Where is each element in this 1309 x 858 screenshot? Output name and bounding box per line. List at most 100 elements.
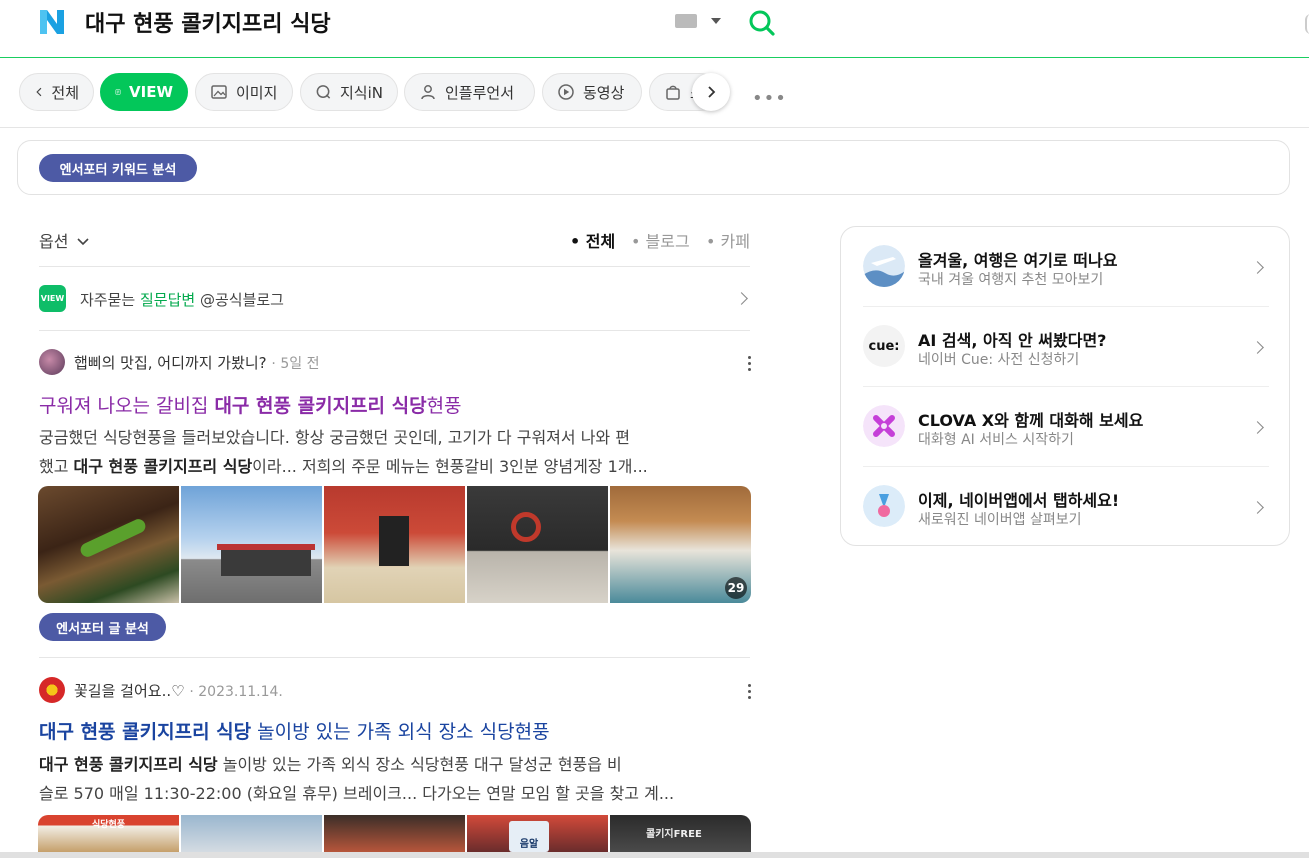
- clova-x-icon: [863, 405, 905, 447]
- options-label: 옵션: [39, 232, 69, 251]
- tab-label: VIEW: [129, 83, 173, 101]
- result-title[interactable]: 대구 현풍 콜키지프리 식당 놀이방 있는 가족 외식 장소 식당현풍: [39, 717, 550, 744]
- result-author[interactable]: 햅삐의 맛집, 어디까지 가봤니? · 5일 전: [74, 352, 319, 373]
- title-highlight: 대구 현풍 콜키지프리 식당: [39, 721, 252, 743]
- result-image[interactable]: [38, 486, 179, 603]
- more-options-icon[interactable]: [748, 684, 752, 702]
- search-header: 대구 현풍 콜키지프리 식당: [0, 0, 1309, 58]
- tab-label: 동영상: [583, 83, 625, 102]
- qa-icon: [316, 85, 331, 99]
- keyword-analysis-box: 엔서포터 키워드 분석: [17, 140, 1290, 195]
- more-menu-icon[interactable]: •••: [752, 88, 787, 109]
- snippet-line: 대구 현풍 콜키지프리 식당 놀이방 있는 가족 외식 장소 식당현풍 대구 달…: [39, 755, 622, 774]
- promo-title: 올겨울, 여행은 여기로 떠나요: [918, 251, 1118, 270]
- avatar[interactable]: [39, 349, 65, 375]
- tab-all[interactable]: 전체: [19, 73, 94, 111]
- search-icon[interactable]: [748, 9, 776, 37]
- image-caption: 콜키지FREE: [646, 829, 702, 840]
- menu-board: [379, 516, 409, 566]
- building-roof: [217, 544, 315, 550]
- document-icon: [115, 89, 121, 95]
- filter-label: 카페: [720, 232, 750, 251]
- promo-subtitle: 네이버 Cue: 사전 신청하기: [918, 352, 1080, 368]
- promo-title: CLOVA X와 함께 대화해 보세요: [918, 411, 1144, 430]
- snippet-line: 했고 대구 현풍 콜키지프리 식당이라... 저희의 주문 메뉴는 현풍갈비 3…: [39, 457, 648, 476]
- divider: [39, 266, 750, 267]
- view-badge-icon: VIEW: [39, 285, 66, 312]
- image-caption: 식당현풍: [91, 820, 126, 830]
- horizontal-scrollbar[interactable]: [0, 852, 1309, 858]
- filter-all[interactable]: • 전체: [570, 228, 615, 252]
- tab-influencer[interactable]: 인플루언서: [404, 73, 535, 111]
- tab-video[interactable]: 동영상: [542, 73, 642, 111]
- title-text: 현풍: [426, 395, 462, 417]
- result-image[interactable]: [181, 486, 322, 603]
- tab-images[interactable]: 이미지: [195, 73, 293, 111]
- promo-item-winter-travel[interactable]: 올겨울, 여행은 여기로 떠나요 국내 겨울 여행지 추천 모아보기: [863, 227, 1269, 307]
- tab-kin[interactable]: 지식iN: [300, 73, 398, 111]
- promo-item-clova-x[interactable]: CLOVA X와 함께 대화해 보세요 대화형 AI 서비스 시작하기: [863, 387, 1269, 467]
- result-image[interactable]: [467, 486, 608, 603]
- chevron-right-icon[interactable]: [735, 292, 748, 305]
- result-image[interactable]: 콜키지FREE: [610, 815, 751, 852]
- author-name: 꽃길을 걸어요..♡: [74, 682, 185, 700]
- result-image[interactable]: 식당현풍: [38, 815, 179, 852]
- filter-label: 블로그: [645, 232, 690, 251]
- title-text: 놀이방 있는 가족 외식 장소 식당현풍: [251, 721, 550, 743]
- result-image[interactable]: 29: [610, 486, 751, 603]
- tabs-next-button[interactable]: [692, 73, 730, 111]
- promo-item-naver-app[interactable]: 이제, 네이버앱에서 탭하세요! 새로워진 네이버앱 살펴보기: [863, 467, 1269, 547]
- more-options-icon[interactable]: [748, 356, 752, 374]
- mirror-shape: [511, 512, 541, 542]
- snippet-line: 슬로 570 매일 11:30-22:00 (화요일 휴무) 브레이크... 다…: [39, 784, 675, 803]
- tab-label: 지식iN: [340, 83, 383, 102]
- tab-view[interactable]: VIEW: [100, 73, 188, 111]
- result-snippet[interactable]: 궁금했던 식당현풍을 들러보았습니다. 항상 궁금했던 곳인데, 고기가 다 구…: [39, 423, 751, 481]
- shopping-bag-icon: [666, 85, 680, 100]
- chevron-down-icon[interactable]: [711, 18, 721, 24]
- naver-logo-icon[interactable]: [38, 8, 66, 36]
- search-query-input[interactable]: 대구 현풍 콜키지프리 식당: [85, 6, 331, 38]
- chevron-left-icon: [36, 87, 42, 97]
- filter-blog[interactable]: • 블로그: [631, 228, 690, 252]
- promo-title: AI 검색, 아직 안 써봤다면?: [918, 331, 1107, 350]
- result-image[interactable]: [324, 486, 465, 603]
- promo-subtitle: 대화형 AI 서비스 시작하기: [918, 432, 1074, 448]
- post-date: 2023.11.14.: [198, 684, 283, 700]
- chevron-right-icon: [1251, 261, 1264, 274]
- faq-highlight: 질문답변: [139, 291, 196, 309]
- result-author[interactable]: 꽃길을 걸어요..♡ · 2023.11.14.: [74, 680, 283, 701]
- faq-link[interactable]: 자주묻는 질문답변 @공식블로그: [80, 289, 284, 310]
- cue-logo-icon: cue:: [863, 325, 905, 367]
- food-decoration: [78, 516, 148, 560]
- post-date: 5일 전: [280, 356, 320, 372]
- play-icon: [558, 84, 574, 100]
- filter-cafe[interactable]: • 카페: [706, 228, 750, 252]
- airplane-icon: [863, 245, 905, 287]
- faq-suffix: @공식블로그: [199, 291, 284, 309]
- post-analysis-button[interactable]: 엔서포터 글 분석: [39, 613, 166, 641]
- result-image[interactable]: 음알: [467, 815, 608, 852]
- keyword-analysis-button[interactable]: 엔서포터 키워드 분석: [39, 154, 197, 182]
- result-image[interactable]: [324, 815, 465, 852]
- faq-prefix: 자주묻는: [80, 291, 136, 309]
- divider: [39, 657, 750, 658]
- promo-item-cue[interactable]: cue: AI 검색, 아직 안 써봤다면? 네이버 Cue: 사전 신청하기: [863, 307, 1269, 387]
- tab-label: 이미지: [236, 83, 278, 102]
- chevron-right-icon: [1251, 501, 1264, 514]
- promo-card: 올겨울, 여행은 여기로 떠나요 국내 겨울 여행지 추천 모아보기 cue: …: [840, 226, 1290, 546]
- title-text: 구워져 나오는 갈비집: [39, 395, 215, 417]
- avatar[interactable]: [39, 677, 65, 703]
- scroll-edge: [1305, 14, 1309, 34]
- tab-label: 전체: [51, 83, 79, 102]
- keyboard-icon[interactable]: [675, 14, 697, 28]
- result-title[interactable]: 구워져 나오는 갈비집 대구 현풍 콜키지프리 식당현풍: [39, 391, 462, 418]
- options-dropdown[interactable]: 옵션: [39, 228, 90, 252]
- chevron-right-icon: [1251, 421, 1264, 434]
- result-image[interactable]: [181, 815, 322, 852]
- chevron-right-icon: [1251, 341, 1264, 354]
- medal-icon: [863, 485, 905, 527]
- title-highlight: 대구 현풍 콜키지프리 식당: [214, 395, 427, 417]
- building-shape: [221, 548, 311, 576]
- result-snippet[interactable]: 대구 현풍 콜키지프리 식당 놀이방 있는 가족 외식 장소 식당현풍 대구 달…: [39, 750, 751, 808]
